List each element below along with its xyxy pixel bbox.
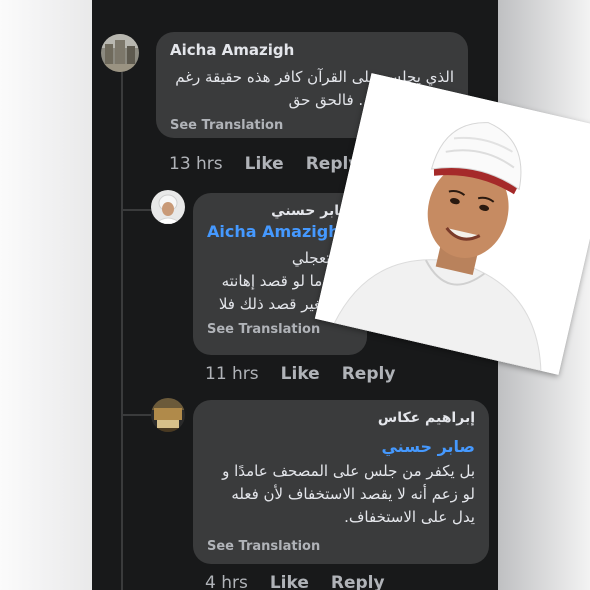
thread-line-main [121,72,123,590]
like-button[interactable]: Like [281,364,320,384]
comment-time[interactable]: 13 hrs [169,154,223,174]
avatar[interactable] [151,398,185,432]
comment-author[interactable]: إبراهيم عكاس [207,408,475,428]
left-background [0,0,92,590]
comment-actions: 11 hrs Like Reply [205,364,395,384]
comment-author[interactable]: Aicha Amazigh [170,40,454,60]
avatar-photo-icon [151,190,185,224]
avatar-photo-icon [101,34,139,72]
see-translation-link[interactable]: See Translation [207,322,353,337]
avatar[interactable] [101,34,139,72]
thread-connector-1 [121,209,151,211]
see-translation-link[interactable]: See Translation [207,539,475,554]
mention-link[interactable]: Aicha Amazigh [207,221,353,243]
reply-button[interactable]: Reply [342,364,396,384]
avatar[interactable] [151,190,185,224]
comment-actions: 4 hrs Like Reply [205,573,385,590]
mention-link[interactable]: صابر حسني [207,436,475,458]
comment-time[interactable]: 4 hrs [205,573,248,590]
like-button[interactable]: Like [270,573,309,590]
thread-connector-2 [121,414,151,416]
comment-bubble: إبراهيم عكاس صابر حسني بل يكفر من جلس عل… [193,400,489,564]
comment-actions: 13 hrs Like Reply [169,154,359,174]
comment-time[interactable]: 11 hrs [205,364,259,384]
like-button[interactable]: Like [245,154,284,174]
comment-text: بل يكفر من جلس على المصحف عامدًا و لو زع… [222,462,475,526]
reply-button[interactable]: Reply [331,573,385,590]
comment-author[interactable]: صابر حسني [207,201,353,221]
avatar-photo-icon [151,398,185,432]
